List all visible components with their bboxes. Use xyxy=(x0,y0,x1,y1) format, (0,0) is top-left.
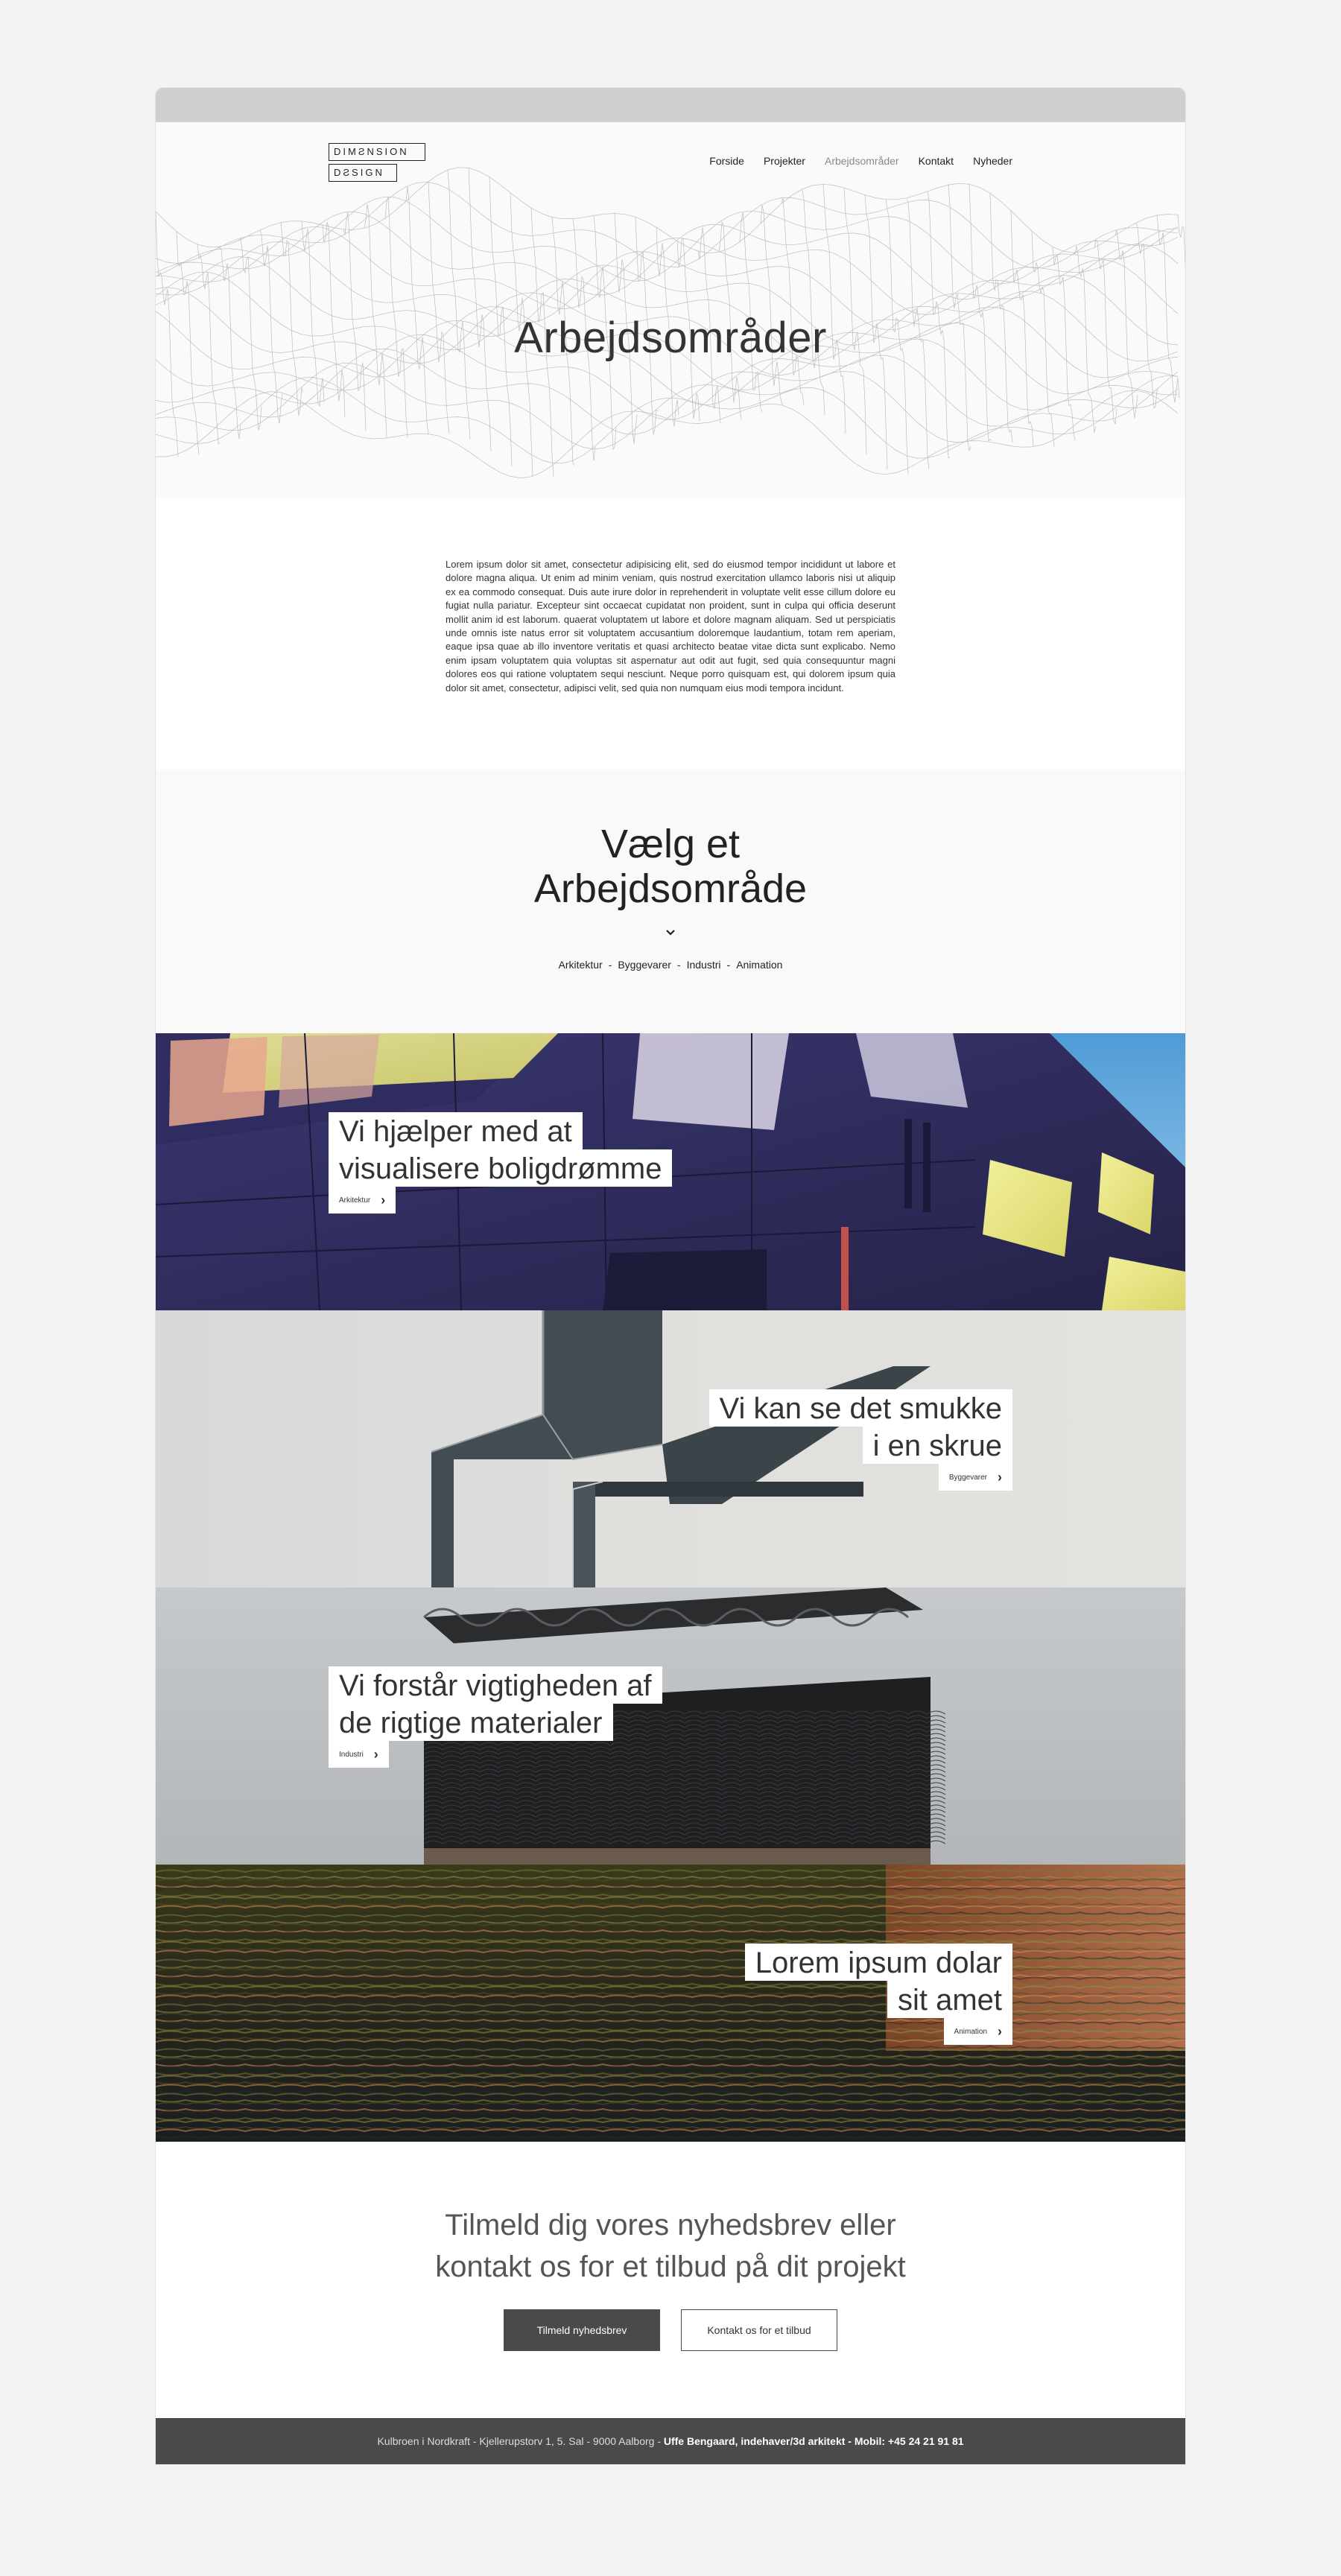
category-link-arkitektur[interactable]: Arkitektur xyxy=(559,959,603,971)
category-separator: - xyxy=(676,959,681,971)
category-link-byggevarer[interactable]: Byggevarer xyxy=(618,959,671,971)
wireframe-terrain-graphic xyxy=(156,167,1185,478)
panel-title-line-1: Vi hjælper med at xyxy=(329,1112,583,1149)
nav-forside[interactable]: Forside xyxy=(709,155,744,167)
newsletter-heading-line-1: Tilmeld dig vores nyhedsbrev eller xyxy=(445,2209,896,2242)
panel-caption: Lorem ipsum dolar sit amet Animation › xyxy=(744,1944,1012,2045)
logo-line-1: DIMƧNSION xyxy=(329,143,425,161)
panel-title-line-2: visualisere boligdrømme xyxy=(329,1149,673,1187)
panel-caption: Vi kan se det smukke i en skrue Byggevar… xyxy=(708,1389,1012,1491)
intro-section: Lorem ipsum dolor sit amet, consectetur … xyxy=(156,498,1185,770)
footer-address: Kulbroen i Nordkraft - Kjellerupstorv 1,… xyxy=(377,2435,664,2447)
industri-button[interactable]: Industri › xyxy=(329,1741,389,1768)
logo[interactable]: DIMƧNSION DƧSIGN xyxy=(329,143,425,185)
panel-byggevarer: Vi kan se det smukke i en skrue Byggevar… xyxy=(156,1310,1185,1587)
byggevarer-button[interactable]: Byggevarer › xyxy=(938,1464,1012,1491)
chevron-right-icon: › xyxy=(373,1747,378,1762)
category-link-animation[interactable]: Animation xyxy=(736,959,782,971)
corrugated-sheets-image xyxy=(156,1587,1185,1865)
browser-window: DIMƧNSION DƧSIGN Forside Projekter Arbej… xyxy=(156,88,1185,2464)
chevron-right-icon: › xyxy=(998,2024,1002,2039)
intro-text: Lorem ipsum dolor sit amet, consectetur … xyxy=(446,559,895,694)
panel-title-line-1: Lorem ipsum dolar xyxy=(744,1944,1012,1981)
button-label: Byggevarer xyxy=(948,1473,987,1482)
button-label: Animation xyxy=(954,2027,987,2036)
chooser-title-line-2: Arbejdsområde xyxy=(533,866,808,911)
subscribe-newsletter-button[interactable]: Tilmeld nyhedsbrev xyxy=(504,2309,660,2351)
chooser-title-line-1: Vælg et xyxy=(600,822,741,866)
footer: Kulbroen i Nordkraft - Kjellerupstorv 1,… xyxy=(156,2418,1185,2464)
category-link-industri[interactable]: Industri xyxy=(687,959,721,971)
button-label: Industri xyxy=(339,1750,364,1759)
arkitektur-button[interactable]: Arkitektur › xyxy=(329,1187,396,1214)
panel-title-line-1: Vi forstår vigtigheden af xyxy=(329,1666,662,1704)
newsletter-heading-line-2: kontakt os for et tilbud på dit projekt xyxy=(435,2250,906,2283)
panel-caption: Vi forstår vigtigheden af de rigtige mat… xyxy=(329,1666,662,1768)
category-separator: - xyxy=(726,959,731,971)
button-label: Arkitektur xyxy=(339,1196,371,1205)
page-title: Arbejdsområder xyxy=(514,314,827,362)
animation-button[interactable]: Animation › xyxy=(943,2018,1012,2045)
logo-line-2: DƧSIGN xyxy=(329,164,397,182)
footer-contact: Uffe Bengaard, indehaver/3d arkitekt - M… xyxy=(663,2435,964,2447)
chevron-right-icon: › xyxy=(998,1470,1002,1485)
panel-arkitektur: Vi hjælper med at visualisere boligdrømm… xyxy=(156,1033,1185,1310)
chevron-right-icon: › xyxy=(381,1193,386,1208)
panel-title-line-2: sit amet xyxy=(887,1981,1012,2018)
browser-top-bar xyxy=(156,88,1185,122)
panel-industri: Vi forstår vigtigheden af de rigtige mat… xyxy=(156,1587,1185,1865)
panel-animation: Lorem ipsum dolar sit amet Animation › xyxy=(156,1865,1185,2142)
nav-nyheder[interactable]: Nyheder xyxy=(973,155,1012,167)
nav-arbejdsomrader[interactable]: Arbejdsområder xyxy=(825,155,899,167)
water-reflection-image xyxy=(156,1865,1185,2142)
chevron-down-icon[interactable] xyxy=(663,927,678,938)
category-links: Arkitektur - Byggevarer - Industri - Animation xyxy=(156,959,1185,971)
nav-kontakt[interactable]: Kontakt xyxy=(919,155,954,167)
panel-title-line-2: de rigtige materialer xyxy=(329,1704,613,1741)
panel-title-line-1: Vi kan se det smukke xyxy=(708,1389,1012,1427)
nav-projekter[interactable]: Projekter xyxy=(764,155,805,167)
contact-quote-button[interactable]: Kontakt os for et tilbud xyxy=(681,2309,837,2351)
newsletter-heading: Tilmeld dig vores nyhedsbrev eller konta… xyxy=(156,2204,1185,2288)
panel-caption: Vi hjælper med at visualisere boligdrømm… xyxy=(329,1112,673,1214)
hero: DIMƧNSION DƧSIGN Forside Projekter Arbej… xyxy=(156,122,1185,498)
metal-profile-image xyxy=(156,1310,1185,1587)
panel-title-line-2: i en skrue xyxy=(862,1427,1012,1464)
main-nav: Forside Projekter Arbejdsområder Kontakt… xyxy=(709,155,1012,167)
category-separator: - xyxy=(608,959,612,971)
newsletter-section: Tilmeld dig vores nyhedsbrev eller konta… xyxy=(156,2142,1185,2410)
chooser-title: Vælg et Arbejdsområde xyxy=(156,822,1185,911)
category-chooser: Vælg et Arbejdsområde Arkitektur - Byggeva… xyxy=(156,770,1185,1033)
